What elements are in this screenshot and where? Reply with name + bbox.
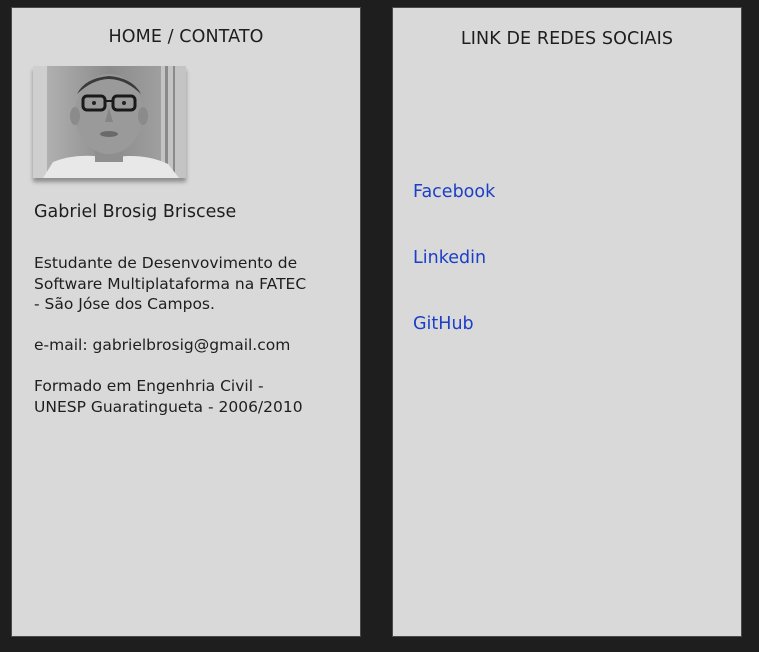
- github-link[interactable]: GitHub: [413, 314, 474, 334]
- home-contact-title: HOME / CONTATO: [108, 27, 264, 47]
- bio-line: - São Jóse dos Campos.: [34, 295, 215, 313]
- social-links-frame: LINK DE REDES SOCIAIS Facebook Linkedin …: [392, 7, 742, 637]
- home-contact-frame: HOME / CONTATO Gabriel Brosig Briscese E…: [11, 7, 361, 637]
- bio-education-paragraph: Formado em Engenhria Civil - UNESP Guara…: [34, 376, 344, 417]
- facebook-link[interactable]: Facebook: [413, 182, 495, 202]
- profile-photo: [33, 66, 186, 178]
- bio-line: Estudante de Desenvovimento de: [34, 254, 298, 272]
- linkedin-link[interactable]: Linkedin: [413, 248, 486, 268]
- bio-study-paragraph: Estudante de Desenvovimento de Software …: [34, 253, 344, 315]
- bio-line: Formado em Engenhria Civil -: [34, 377, 264, 395]
- bio-line: Software Multiplataforma na FATEC: [34, 274, 307, 293]
- bio-email-paragraph: e-mail: gabrielbrosig@gmail.com: [34, 335, 344, 356]
- profile-bio: Estudante de Desenvovimento de Software …: [34, 253, 344, 438]
- bio-line: UNESP Guaratingueta - 2006/2010: [34, 397, 303, 416]
- email-text: e-mail: gabrielbrosig@gmail.com: [34, 336, 291, 354]
- profile-name: Gabriel Brosig Briscese: [34, 202, 237, 222]
- social-links-title: LINK DE REDES SOCIAIS: [460, 29, 674, 49]
